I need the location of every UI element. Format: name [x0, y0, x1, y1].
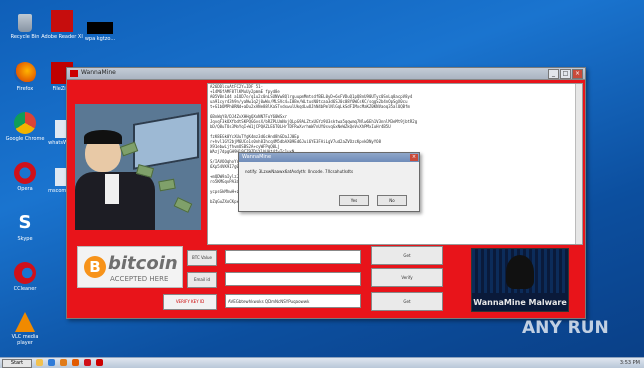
- verify-key-field[interactable]: AVEGbtewhkwoks QDmNcNSYPuqaowwk: [225, 294, 361, 308]
- window-titlebar[interactable]: WannaMine _ □ ×: [67, 68, 585, 80]
- desktop-icon-skype[interactable]: S Skype: [3, 212, 47, 242]
- ransom-artwork: [75, 104, 201, 230]
- recycle-bin-icon: [18, 14, 32, 32]
- ie-icon[interactable]: [48, 359, 55, 366]
- desktop-icon-label: Skype: [17, 236, 33, 242]
- desktop-icon-label: Firefox: [16, 86, 34, 92]
- ccleaner-icon: [14, 262, 36, 284]
- dialog-title: WannaMine: [242, 154, 272, 160]
- desktop-icon-label: Opera: [17, 186, 33, 192]
- desktop-icon-label: VLC media player: [11, 334, 39, 346]
- desktop-icon-label: Adobe Reader XI: [41, 34, 83, 40]
- artwork-money-bill: [158, 178, 176, 192]
- wannamine-banner: WannaMine Malware: [471, 248, 569, 312]
- get-btc-button[interactable]: Get: [371, 246, 443, 265]
- wannamine-taskbar-icon[interactable]: [96, 359, 103, 366]
- skype-icon: S: [18, 212, 32, 233]
- minimize-button[interactable]: _: [548, 69, 559, 79]
- dialog-close-button[interactable]: ×: [410, 154, 418, 161]
- file-icon: [87, 22, 113, 34]
- firefox-icon: [14, 62, 36, 84]
- bitcoin-wordmark: bitcoin: [108, 253, 178, 274]
- artwork-figure-hair: [84, 130, 122, 144]
- chrome-icon: [14, 112, 36, 134]
- artwork-monitor: [133, 112, 199, 170]
- btc-value-label: BTC Value: [187, 250, 217, 266]
- adobe-reader-icon: [51, 10, 73, 32]
- desktop-icon-ccleaner[interactable]: CCleaner: [3, 262, 47, 292]
- window-app-icon: [70, 70, 78, 77]
- close-button[interactable]: ×: [572, 69, 583, 79]
- desktop-icon-label: Recycle Bin: [10, 34, 40, 40]
- desktop-icon-label: Google Chrome: [5, 136, 45, 142]
- firefox-taskbar-icon[interactable]: [72, 359, 79, 366]
- bitcoin-icon: B: [84, 256, 106, 278]
- taskbar: Start 3:53 PM: [0, 357, 644, 368]
- hooded-hacker-icon: [506, 255, 534, 289]
- artwork-money-bill: [173, 197, 193, 213]
- email-id-field[interactable]: [225, 272, 361, 286]
- bitcoin-accepted-banner: B bitcoin ACCEPTED HERE: [77, 246, 183, 288]
- bitcoin-accepted-text: ACCEPTED HERE: [110, 275, 169, 283]
- desktop-icon-label: CCleaner: [13, 286, 37, 292]
- maximize-button[interactable]: □: [560, 69, 571, 79]
- desktop-icon-label: wpa kgtzo...: [84, 36, 116, 42]
- email-id-label: Email id: [187, 272, 217, 288]
- verify-email-button[interactable]: Verify: [371, 268, 443, 287]
- vlc-icon: [15, 312, 35, 332]
- explorer-icon[interactable]: [36, 359, 43, 366]
- opera-icon: [14, 162, 36, 184]
- desktop-icon-wpa[interactable]: wpa kgtzo...: [78, 22, 122, 42]
- system-clock: 3:53 PM: [619, 360, 640, 366]
- btc-value-field[interactable]: [225, 250, 361, 264]
- anyrun-watermark: ANY RUN: [522, 318, 609, 338]
- message-dialog: WannaMine × notify: 3LzxwNaawx6atAsdyth:…: [238, 152, 420, 212]
- dialog-titlebar[interactable]: WannaMine ×: [239, 153, 419, 162]
- get-key-button[interactable]: Get: [371, 292, 443, 311]
- artwork-shirt: [105, 174, 119, 204]
- desktop-icon-vlc[interactable]: VLC media player: [3, 312, 47, 346]
- verify-key-label: VERIFY KEY ID: [163, 294, 217, 310]
- window-title: WannaMine: [81, 69, 116, 76]
- dialog-yes-button[interactable]: Yes: [339, 195, 369, 206]
- media-player-icon[interactable]: [60, 359, 67, 366]
- opera-taskbar-icon[interactable]: [84, 359, 91, 366]
- dialog-message: notify: 3LzxwNaawx6atAsdyth: 0ncode. 7Xc…: [245, 169, 354, 174]
- dialog-no-button[interactable]: No: [377, 195, 407, 206]
- textarea-scrollbar[interactable]: [575, 84, 582, 244]
- wannamine-banner-text: WannaMine Malware: [473, 298, 567, 307]
